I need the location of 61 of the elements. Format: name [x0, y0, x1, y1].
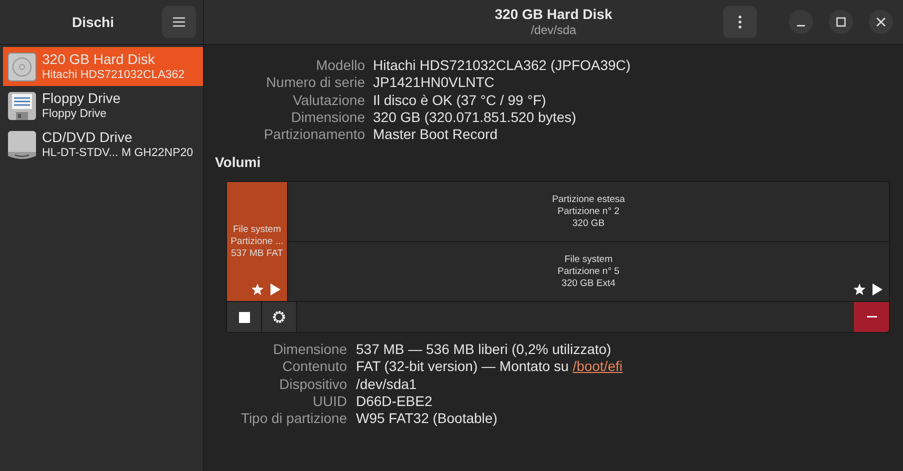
minimize-button[interactable] — [789, 10, 813, 34]
property-value: Master Boot Record — [373, 126, 498, 142]
partition-text: Partizione ... — [230, 236, 284, 248]
partition-text: Partizione estesa — [552, 194, 625, 206]
property-label: Contenuto — [281, 358, 347, 374]
maximize-button[interactable] — [829, 10, 853, 34]
property-value: FAT (32-bit version) — Montato su — [356, 358, 569, 374]
property-label: Modello — [314, 57, 365, 73]
partition-text: 537 MB FAT — [230, 248, 284, 260]
property-label: Numero di serie — [265, 74, 365, 90]
disk-model: Floppy Drive — [42, 107, 108, 121]
close-button[interactable] — [869, 10, 893, 34]
partition-block[interactable]: Partizione estesa Partizione n° 2 320 GB — [288, 182, 889, 242]
optical-drive-icon — [7, 130, 37, 160]
menu-button[interactable] — [162, 6, 196, 38]
minus-icon — [866, 316, 876, 318]
partition-text: Partizione n° 5 — [558, 266, 620, 278]
property-label: Tipo di partizione — [240, 410, 347, 426]
gear-icon — [271, 309, 287, 326]
mount-point-link[interactable]: /boot/efi — [572, 358, 623, 374]
partition-text: 320 GB — [572, 218, 605, 230]
property-label: Valutazione — [292, 92, 365, 108]
section-heading: Volumi — [215, 154, 262, 170]
kebab-menu-icon — [738, 15, 742, 29]
property-label: UUID — [312, 393, 347, 410]
disk-list-item[interactable]: CD/DVD Drive HL-DT-STDV... M GH22NP20 — [3, 125, 203, 164]
window-subtitle: /dev/sda — [530, 23, 576, 38]
property-value: D66D-EBE2 — [356, 393, 434, 410]
partition-text: File system — [564, 254, 613, 266]
unmount-button[interactable] — [227, 302, 262, 332]
partition-text: File system — [232, 224, 282, 236]
disk-name: 320 GB Hard Disk — [42, 51, 156, 68]
window-title: 320 GB Hard Disk — [494, 6, 612, 23]
property-label: Partizionamento — [262, 126, 365, 142]
property-value: JP1421HN0VLNTC — [373, 74, 496, 90]
partition-text: 320 GB Ext4 — [562, 278, 616, 290]
property-label: Dimensione — [290, 108, 365, 125]
minimize-icon — [797, 25, 805, 27]
disk-model: Hitachi HDS721032CLA362 — [42, 68, 185, 82]
property-label: Dimensione — [272, 341, 347, 358]
settings-button[interactable] — [262, 302, 297, 332]
disk-name: CD/DVD Drive — [42, 129, 134, 146]
property-value: 320 GB (320.071.851.520 bytes) — [373, 108, 578, 125]
disk-name: Floppy Drive — [42, 90, 121, 107]
property-value: Il disco è OK (37 °C / 99 °F) — [373, 92, 548, 108]
sidebar-title: Dischi — [72, 14, 114, 30]
partition-block[interactable]: File system Partizione ... 537 MB FAT — [227, 182, 287, 302]
maximize-icon — [836, 17, 846, 27]
property-label: Dispositivo — [278, 376, 347, 392]
property-value: /dev/sda1 — [356, 376, 418, 392]
partition-block[interactable]: File system Partizione n° 5 320 GB Ext4 — [288, 242, 889, 302]
property-value: 537 MB — 536 MB liberi (0,2% utilizzato) — [356, 341, 612, 358]
disk-list-item[interactable]: Floppy Drive Floppy Drive — [3, 86, 203, 125]
property-value: Hitachi HDS721032CLA362 (JPFOA39C) — [373, 57, 631, 73]
partition-text: Partizione n° 2 — [558, 206, 620, 218]
close-icon — [876, 17, 886, 27]
property-value: W95 FAT32 (Bootable) — [356, 410, 498, 426]
menu-icon — [172, 16, 186, 28]
more-options-button[interactable] — [723, 6, 757, 38]
disk-model: HL-DT-STDV... M GH22NP20 — [42, 146, 194, 160]
stop-icon — [238, 312, 250, 323]
